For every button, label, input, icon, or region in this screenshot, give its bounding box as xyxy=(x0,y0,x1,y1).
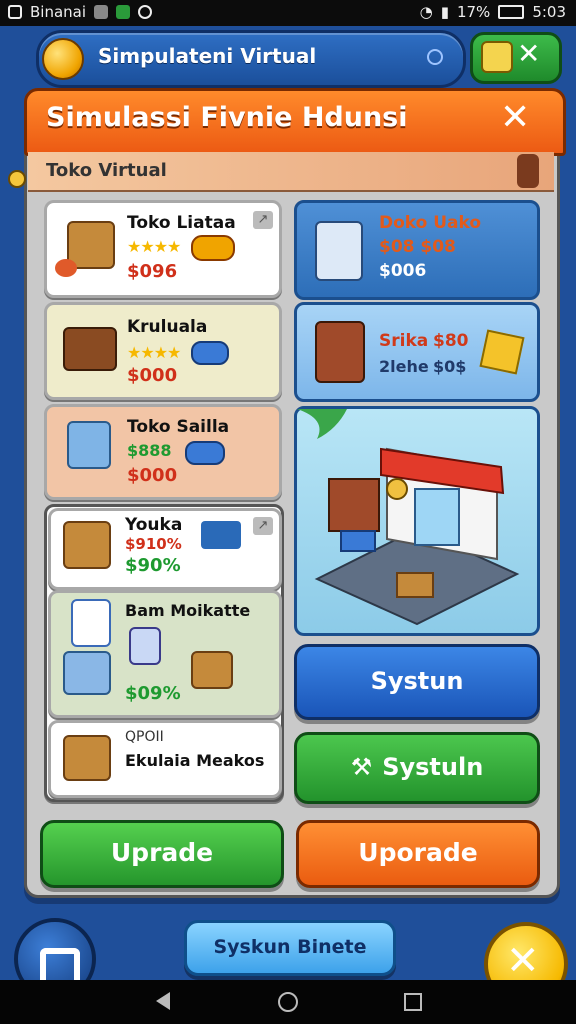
phone-icon xyxy=(315,221,363,281)
register-icon xyxy=(67,421,111,469)
card-sub-price: $888 xyxy=(127,441,172,460)
panel-close-button[interactable]: ✕ xyxy=(500,98,530,138)
card-title: Bam Moikatte xyxy=(125,601,251,620)
wifi-icon: ◔ xyxy=(419,3,433,21)
coin-icon[interactable] xyxy=(42,38,84,80)
box-icon xyxy=(191,651,233,689)
tile-line1: $08 $08 xyxy=(379,237,456,257)
list-item[interactable]: Toko Liataa ★★★★ $096 ↗ xyxy=(44,200,282,298)
box-icon xyxy=(63,521,111,569)
tile-line3: $0$ xyxy=(433,357,467,376)
card-title: Toko Liataa xyxy=(127,213,236,233)
list-item[interactable]: Kruluala ★★★★ $000 xyxy=(44,302,282,400)
close-icon[interactable]: ✕ xyxy=(517,37,540,70)
tile-title: Srika xyxy=(379,331,429,351)
system-nav-bar xyxy=(0,980,576,1024)
battery-icon xyxy=(498,5,525,19)
shop-icon xyxy=(297,409,520,626)
list-item[interactable]: Toko Sailla $888 $000 xyxy=(44,404,282,500)
box-icon xyxy=(63,735,111,781)
tile-title: Doko Uako xyxy=(379,213,482,233)
top-actions[interactable]: ✕ xyxy=(470,32,562,84)
list-item[interactable]: Bam Moikatte $09% xyxy=(48,590,282,718)
card-price: $096 xyxy=(127,261,178,282)
app-bar-title: Simpulateni Virtual xyxy=(98,44,317,68)
list-item[interactable]: Srika $80 2lehe $0$ xyxy=(294,302,540,402)
coin-stack-icon xyxy=(185,441,225,465)
list-item[interactable]: Doko Uako $08 $08 $006 xyxy=(294,200,540,300)
card-price-red: $910% xyxy=(125,535,182,553)
recents-icon[interactable] xyxy=(404,993,422,1011)
tile-line2: 2lehe xyxy=(379,357,429,376)
image-icon xyxy=(94,5,109,19)
scroll-handle[interactable] xyxy=(517,154,539,188)
systun-tools-label: Systuln xyxy=(382,753,484,781)
card-price-green: $90% xyxy=(125,555,181,576)
panel-title: Simulassi Fivnie Hdunsi xyxy=(46,102,408,133)
close-icon[interactable]: ↗ xyxy=(253,517,273,535)
battery-percent: 17% xyxy=(456,3,491,21)
upgrade-button-orange[interactable]: Uporade xyxy=(296,820,540,888)
house-icon xyxy=(40,948,80,982)
status-app-name: Binanai xyxy=(30,3,87,21)
list-item[interactable]: Youka $910% $90% ↗ xyxy=(48,508,282,590)
cart-icon xyxy=(63,327,117,371)
tomato-icon xyxy=(55,259,77,277)
tools-icon: ⚒ xyxy=(350,753,373,781)
tablet-icon xyxy=(71,599,111,647)
systun-button[interactable]: Systun xyxy=(294,644,540,720)
signal-icon: ▮ xyxy=(440,3,449,21)
status-bar: Binanai ◔ ▮ 17% 5:03 xyxy=(0,0,576,26)
star-icon: ★★★★ xyxy=(127,237,181,256)
shop-illustration xyxy=(294,406,540,636)
card-price: $09% xyxy=(125,683,181,704)
list-item[interactable]: QPOII Ekulaia Meakos xyxy=(48,720,282,798)
card-title: Kruluala xyxy=(127,317,208,337)
card-sub: QPOII xyxy=(125,729,164,745)
notification-icon xyxy=(8,5,22,19)
shelf-icon xyxy=(315,321,365,383)
back-icon[interactable] xyxy=(156,992,170,1010)
card-title: Toko Sailla xyxy=(127,417,230,437)
card-title: Youka xyxy=(125,515,183,535)
close-icon[interactable]: ↗ xyxy=(253,211,273,229)
upgrade-button-green[interactable]: Uprade xyxy=(40,820,284,888)
tile-line2: $006 xyxy=(379,261,427,281)
card-price: $000 xyxy=(127,465,178,486)
indicator-dot xyxy=(427,49,443,65)
wrench-icon: ✕ xyxy=(506,938,540,984)
gift-icon[interactable] xyxy=(481,41,513,73)
cart-icon xyxy=(201,521,241,549)
systun-tools-button[interactable]: ⚒ Systuln xyxy=(294,732,540,804)
app-icon xyxy=(116,5,131,19)
coin-stack-icon xyxy=(191,341,229,365)
sync-icon xyxy=(138,5,153,19)
panel-subtitle: Toko Virtual xyxy=(46,160,167,181)
coin-stack-icon xyxy=(191,235,235,261)
side-pin-icon xyxy=(8,170,26,188)
card-title: Ekulaia Meakos xyxy=(125,751,265,770)
tile-line1: $80 xyxy=(433,331,469,351)
shop-icon xyxy=(63,651,111,695)
gem-icon xyxy=(479,329,525,375)
home-icon[interactable] xyxy=(278,992,298,1012)
bag-icon xyxy=(129,627,161,665)
center-action-button[interactable]: Syskun Binete xyxy=(184,920,396,976)
star-icon: ★★★★ xyxy=(127,343,181,362)
card-price: $000 xyxy=(127,365,178,386)
status-time: 5:03 xyxy=(532,3,566,21)
